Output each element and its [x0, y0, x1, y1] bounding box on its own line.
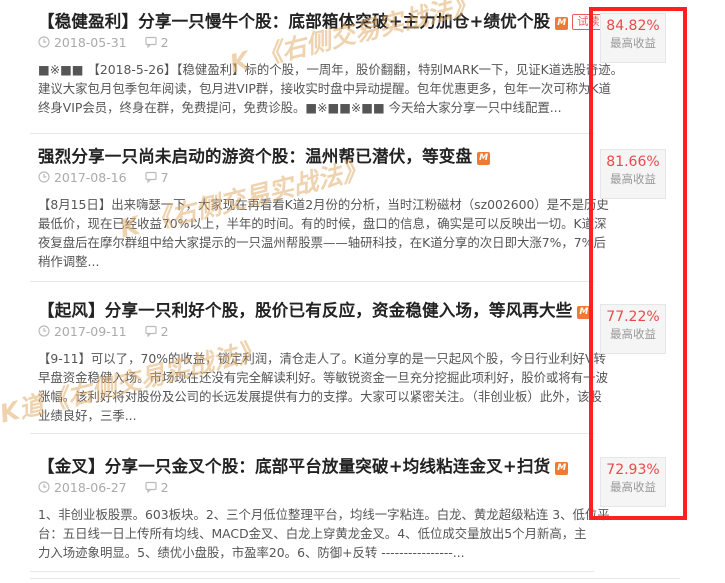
article-title-text[interactable]: 强烈分享一只尚未启动的游资个股：温州帮已潜伏，等变盘: [38, 147, 472, 166]
article-title[interactable]: 【稳健盈利】分享一只慢牛个股：底部箱体突破+主力加仓+绩优个股 M 试读: [38, 8, 605, 32]
m-badge-icon: M: [555, 17, 569, 30]
article-title[interactable]: 【起风】分享一只利好个股，股价已有反应，资金稳健入场，等风再大些 M: [38, 297, 591, 321]
article-date: 2018-05-31: [53, 35, 127, 50]
clock-icon: [38, 36, 50, 48]
article-excerpt: 1、非创业板股票。603板块。2、三个月低位整理平台，均线一字粘连。白龙、黄龙超…: [38, 505, 618, 562]
max-yield-value: 81.66%: [606, 154, 660, 170]
article-item[interactable]: 【金叉】分享一只金叉个股：底部平台放量突破+均线粘连金叉+扫货 M 2018-06…: [30, 453, 610, 572]
comment-icon: [145, 36, 157, 48]
max-yield-box: 81.66% 最高收益: [600, 149, 666, 199]
max-yield-value: 77.22%: [606, 309, 660, 325]
article-list: 【稳健盈利】分享一只慢牛个股：底部箱体突破+主力加仓+绩优个股 M 试读 2018-…: [0, 0, 725, 583]
article-date: 2018-06-27: [53, 480, 127, 495]
max-yield-value: 72.93%: [606, 462, 660, 478]
excerpt-line: 业绩良好，三季...: [38, 408, 137, 423]
excerpt-line: 1、非创业板股票。603板块。2、三个月低位整理平台，均线一字粘连。白龙、黄龙超…: [38, 507, 610, 522]
article-title-text[interactable]: 【金叉】分享一只金叉个股：底部平台放量突破+均线粘连金叉+扫货: [38, 457, 550, 476]
m-badge-icon: M: [577, 306, 591, 319]
max-yield-label: 最高收益: [610, 327, 656, 341]
clock-icon: [38, 325, 50, 337]
max-yield-label: 最高收益: [610, 36, 656, 50]
comment-count: 2: [160, 480, 169, 495]
article-meta: 2018-06-27 2: [38, 480, 169, 495]
article-title[interactable]: 强烈分享一只尚未启动的游资个股：温州帮已潜伏，等变盘 M: [38, 143, 491, 167]
excerpt-line: 台：五日线一日上传所有均线、MACD金叉、白龙上穿黄龙金叉。4、低位成交量放出5…: [38, 526, 587, 541]
max-yield-label: 最高收益: [610, 172, 656, 186]
max-yield-value: 84.82%: [606, 18, 660, 34]
list-divider: [30, 578, 680, 579]
excerpt-line: 建议大家包月包季包年阅读，包月进VIP群，接收实时盘中异动提醒。包年优惠更多，包…: [38, 81, 611, 96]
excerpt-line: 早盘资金稳健入场。市场现在还没有完全解读利好。等敏锐资金一旦充分挖掘此项利好，股…: [38, 370, 608, 385]
comment-count: 7: [160, 170, 169, 185]
comment-icon: [145, 325, 157, 337]
clock-icon: [38, 481, 50, 493]
comment-count: 2: [160, 35, 169, 50]
max-yield-box: 77.22% 最高收益: [600, 304, 666, 354]
max-yield-label: 最高收益: [610, 480, 656, 494]
article-meta: 2017-08-16 7: [38, 170, 169, 185]
article-excerpt: 【9-11】可以了，70%的收益，锁定利润，清仓走人了。K道分享的是一只起风个股…: [38, 349, 618, 425]
clock-icon: [38, 171, 50, 183]
article-item[interactable]: 【稳健盈利】分享一只慢牛个股：底部箱体突破+主力加仓+绩优个股 M 试读 2018-…: [30, 8, 618, 134]
article-item[interactable]: 【起风】分享一只利好个股，股价已有反应，资金稳健入场，等风再大些 M 2017-0…: [30, 297, 608, 434]
excerpt-line: ■※■■ 【2018-5-26】【稳健盈利】标的个股，一周年，股价翻翻，特别MA…: [38, 62, 618, 77]
article-date: 2017-09-11: [53, 324, 127, 339]
excerpt-line: 【9-11】可以了，70%的收益，锁定利润，清仓走人了。K道分享的是一只起风个股…: [38, 351, 606, 366]
article-meta: 2017-09-11 2: [38, 324, 169, 339]
comment-count: 2: [160, 324, 169, 339]
article-title-text[interactable]: 【稳健盈利】分享一只慢牛个股：底部箱体突破+主力加仓+绩优个股: [38, 12, 550, 31]
article-excerpt: 【8月15日】出来嗨瑟一下，大家现在再看看K道2月份的分析，当时江粉磁材（sz0…: [38, 195, 618, 271]
article-title[interactable]: 【金叉】分享一只金叉个股：底部平台放量突破+均线粘连金叉+扫货 M: [38, 453, 569, 477]
article-meta: 2018-05-31 2: [38, 35, 169, 50]
excerpt-line: 最低价，现在已经收益70%以上，半年的时间。有的时候，盘口的信息，确实是可以反映…: [38, 216, 607, 231]
excerpt-line: 涨幅。该利好将对股份及公司的长远发展提供有力的支撑。大家可以紧密关注。（非创业板…: [38, 389, 602, 404]
max-yield-box: 84.82% 最高收益: [600, 13, 666, 63]
article-excerpt: ■※■■ 【2018-5-26】【稳健盈利】标的个股，一周年，股价翻翻，特别MA…: [38, 60, 618, 117]
m-badge-icon: M: [555, 462, 569, 475]
excerpt-line: 力入场迹象明显。5、绩优小盘股，市盈率20。6、防御+反转 ----------…: [38, 545, 465, 560]
max-yield-box: 72.93% 最高收益: [600, 457, 666, 507]
comment-icon: [145, 481, 157, 493]
comment-icon: [145, 171, 157, 183]
article-title-text[interactable]: 【起风】分享一只利好个股，股价已有反应，资金稳健入场，等风再大些: [38, 301, 572, 320]
excerpt-line: 【8月15日】出来嗨瑟一下，大家现在再看看K道2月份的分析，当时江粉磁材（sz0…: [38, 197, 609, 212]
article-date: 2017-08-16: [53, 170, 127, 185]
excerpt-line: 稍作调整...: [38, 254, 100, 269]
m-badge-icon: M: [477, 152, 491, 165]
excerpt-line: 夜复盘后在摩尔群组中给大家提示的一只温州帮股票——轴研科技，在K道分享的次日即大…: [38, 235, 606, 250]
article-item[interactable]: 强烈分享一只尚未启动的游资个股：温州帮已潜伏，等变盘 M 2017-08-16 7…: [30, 143, 609, 282]
excerpt-line: 终身VIP会员，终身在群，免费提问，免费诊股。■※■■※■■ 今天给大家分享一只…: [38, 100, 562, 115]
